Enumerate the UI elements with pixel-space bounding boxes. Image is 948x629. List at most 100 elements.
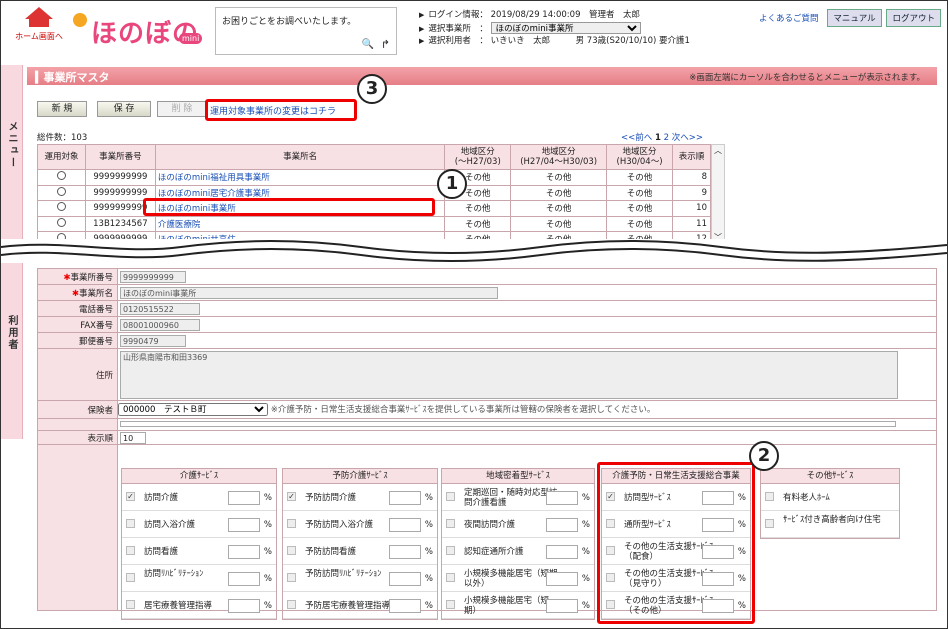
percent-input[interactable]	[546, 518, 578, 532]
service-item: 定期巡回・随時対応型訪問介護看護%	[442, 484, 594, 511]
save-button[interactable]: 保 存	[97, 101, 151, 117]
service-checkbox[interactable]	[446, 546, 455, 555]
office-name-link[interactable]: ほのぼのmini福祉用具事業所	[154, 169, 446, 186]
service-item: ✓ 予防訪問介護%	[283, 484, 437, 511]
new-button[interactable]: 新 規	[37, 101, 87, 117]
search-icon[interactable]: 🔍	[362, 39, 374, 50]
office-no-field[interactable]: 9999999999	[120, 270, 186, 283]
home-button[interactable]: ホーム画面へ	[13, 7, 65, 51]
service-panel-title: 介護ｻｰﾋﾞｽ	[122, 469, 276, 484]
percent-input[interactable]	[546, 491, 578, 505]
percent-sign: %	[263, 547, 272, 557]
chevron-up-icon[interactable]: ︿	[712, 145, 724, 156]
radio-button[interactable]	[56, 217, 66, 227]
service-item: 小規模多機能居宅（短期）%	[442, 592, 594, 619]
zip-field[interactable]: 9990479	[120, 334, 186, 347]
area-cell: その他	[510, 215, 608, 232]
percent-input[interactable]	[389, 518, 421, 532]
order-cell: 9	[672, 184, 711, 201]
radio-cell[interactable]	[37, 215, 86, 232]
percent-input[interactable]	[228, 518, 260, 532]
radio-cell[interactable]	[37, 184, 86, 201]
top-links: よくあるご質問 マニュアル ログアウト	[759, 9, 941, 27]
service-label: 有料老人ﾎｰﾑ	[783, 493, 830, 503]
faq-link[interactable]: よくあるご質問	[759, 12, 819, 24]
table-row[interactable]: 9999999999 ほのぼのmini福祉用具事業所 その他 その他 その他 8	[37, 169, 711, 186]
service-checkbox[interactable]	[446, 519, 455, 528]
side-user-tab[interactable]: 利用者	[1, 263, 23, 439]
office-no-cell: 9999999999	[84, 169, 156, 186]
address-field[interactable]: 山形県南陽市和田3369	[120, 350, 898, 399]
percent-input[interactable]	[389, 491, 421, 505]
radio-cell[interactable]	[37, 200, 86, 217]
service-label: 予防訪問介護	[305, 493, 357, 503]
percent-sign: %	[424, 493, 433, 503]
percent-input[interactable]	[546, 572, 578, 586]
next-page-link[interactable]: 次へ>>	[672, 133, 703, 143]
page-current: 1	[654, 133, 661, 143]
radio-button[interactable]	[56, 186, 66, 196]
service-checkbox[interactable]	[287, 519, 296, 528]
service-checkbox[interactable]: ✓	[287, 492, 296, 501]
area-cell: その他	[606, 184, 673, 201]
service-checkbox[interactable]	[765, 519, 774, 528]
service-checkbox[interactable]: ✓	[126, 492, 135, 501]
percent-input[interactable]	[389, 599, 421, 613]
help-search-box[interactable]: お困りごとをお調べいたします。 🔍 ↱	[215, 7, 397, 55]
prev-page-link[interactable]: <<前へ	[621, 133, 652, 143]
service-checkbox[interactable]	[446, 492, 455, 501]
office-name-link[interactable]: 介護医療院	[154, 215, 446, 232]
app-logo: ほのぼの mini	[73, 9, 213, 49]
triangle-icon: ▶	[419, 11, 425, 19]
display-order-field[interactable]: 10	[120, 431, 146, 444]
service-checkbox[interactable]	[126, 546, 135, 555]
office-select[interactable]: ほのぼのmini事業所	[490, 22, 641, 34]
radio-button[interactable]	[56, 171, 66, 181]
percent-input[interactable]	[228, 599, 260, 613]
percent-input[interactable]	[228, 491, 260, 505]
percent-input[interactable]	[546, 545, 578, 559]
percent-input[interactable]	[228, 572, 260, 586]
radio-cell[interactable]	[37, 169, 86, 186]
percent-input[interactable]	[228, 545, 260, 559]
service-panel: その他ｻｰﾋﾞｽ 有料老人ﾎｰﾑ ｻｰﾋﾞｽ付き高齢者向け住宅	[760, 468, 900, 539]
percent-input[interactable]	[389, 572, 421, 586]
fax-field[interactable]: 08001000960	[120, 318, 200, 331]
service-checkbox[interactable]	[287, 573, 296, 582]
percent-input[interactable]	[389, 545, 421, 559]
table-row[interactable]: 13B1234567 介護医療院 その他 その他 その他 11	[37, 215, 711, 232]
service-checkbox[interactable]	[126, 600, 135, 609]
area-cell: その他	[444, 215, 512, 232]
service-item: ｻｰﾋﾞｽ付き高齢者向け住宅	[761, 511, 899, 538]
service-checkbox[interactable]	[446, 573, 455, 582]
manual-button[interactable]: マニュアル	[827, 9, 882, 27]
service-checkbox[interactable]	[126, 573, 135, 582]
side-menu-tab[interactable]: メニュー	[1, 65, 23, 239]
office-name-field[interactable]: ほのぼのmini事業所	[120, 286, 498, 299]
title-note: ※画面左端にカーソルを合わせるとメニューが表示されます。	[689, 73, 925, 83]
search-input[interactable]: お困りごとをお調べいたします。	[222, 14, 356, 27]
service-item: 居宅療養管理指導%	[122, 592, 276, 619]
service-item: 夜間訪問介護%	[442, 511, 594, 538]
page-2-link[interactable]: 2	[664, 133, 669, 143]
blank-field[interactable]	[120, 420, 896, 427]
service-panel: 予防介護ｻｰﾋﾞｽ ✓ 予防訪問介護% 予防訪問入浴介護% 予防訪問看護% 予防訪問ﾘﾊﾋ…	[282, 468, 438, 620]
total-count: 総件数：103	[37, 133, 88, 143]
logout-button[interactable]: ログアウト	[886, 9, 941, 27]
percent-input[interactable]	[546, 599, 578, 613]
service-checkbox[interactable]	[287, 546, 296, 555]
callout-1: 1	[437, 169, 467, 199]
service-checkbox[interactable]	[446, 600, 455, 609]
list-scrollbar[interactable]: ︿ ﹀	[711, 144, 725, 244]
service-checkbox[interactable]	[765, 492, 774, 501]
arrow-icon[interactable]: ↱	[381, 38, 390, 51]
service-checkbox[interactable]	[287, 600, 296, 609]
percent-sign: %	[581, 493, 590, 503]
radio-button[interactable]	[56, 202, 66, 212]
service-item: 予防居宅療養管理指導%	[283, 592, 437, 619]
login-info: ▶ ログイン情報： 2019/08/29 14:00:09 管理者 太郎 ▶ 選択事…	[419, 9, 749, 48]
page-title-bar: ▍事業所マスタ ※画面左端にカーソルを合わせるとメニューが表示されます。	[27, 67, 937, 85]
insurer-select[interactable]: 000000 テストＢ町	[118, 403, 268, 416]
tel-field[interactable]: 0120515522	[120, 302, 200, 315]
service-checkbox[interactable]	[126, 519, 135, 528]
